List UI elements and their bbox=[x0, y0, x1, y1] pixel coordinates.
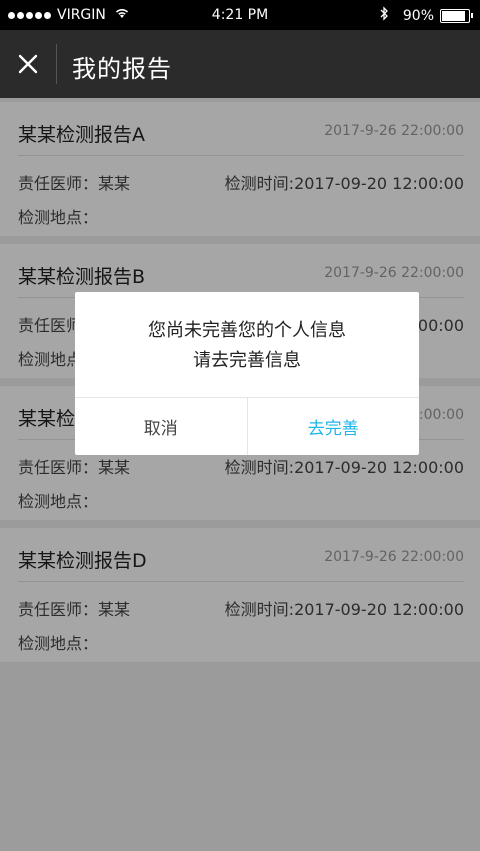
cancel-button[interactable]: 取消 bbox=[75, 398, 248, 455]
dialog-message-line1: 您尚未完善您的个人信息 bbox=[148, 320, 346, 341]
modal-overlay[interactable] bbox=[0, 98, 480, 851]
close-button[interactable] bbox=[0, 30, 56, 98]
dialog-message-line2: 请去完善信息 bbox=[193, 350, 301, 371]
incomplete-info-dialog: 您尚未完善您的个人信息 请去完善信息 取消 去完善 bbox=[75, 292, 419, 455]
battery-icon bbox=[440, 8, 473, 23]
dialog-buttons: 取消 去完善 bbox=[75, 397, 419, 455]
page-title: 我的报告 bbox=[72, 55, 172, 83]
complete-info-button[interactable]: 去完善 bbox=[248, 398, 420, 455]
close-icon bbox=[18, 54, 38, 74]
bluetooth-icon bbox=[380, 6, 389, 25]
status-right: 90% bbox=[380, 6, 473, 25]
nav-divider bbox=[56, 44, 57, 84]
dialog-message: 您尚未完善您的个人信息 请去完善信息 bbox=[75, 316, 419, 376]
status-bar: VIRGIN 4:21 PM 90% bbox=[0, 0, 480, 30]
nav-bar: 我的报告 bbox=[0, 30, 480, 98]
battery-percent: 90% bbox=[402, 7, 434, 24]
